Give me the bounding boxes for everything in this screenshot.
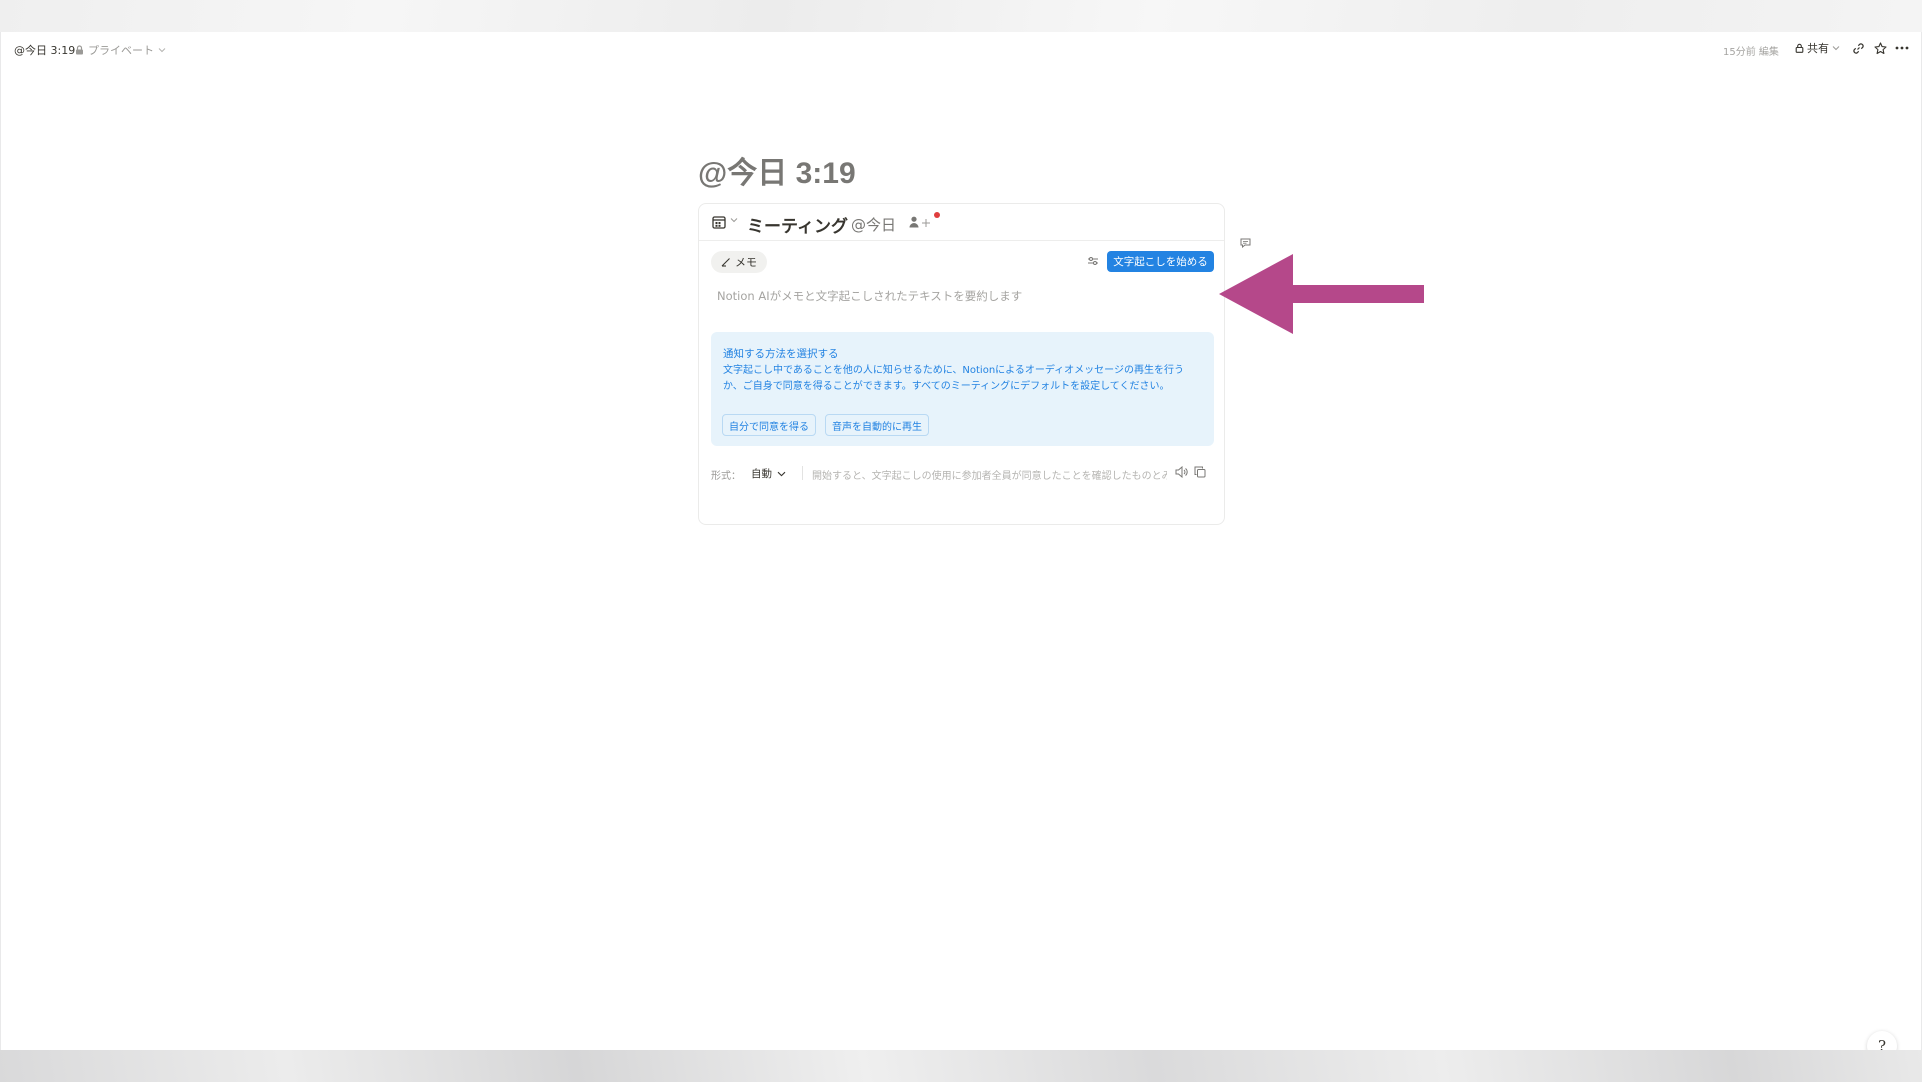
format-select[interactable]: 自動 xyxy=(751,466,786,481)
calendar-icon[interactable] xyxy=(712,215,726,229)
link-icon[interactable] xyxy=(1850,40,1866,56)
notion-window: @今日 3:19 プライベート 15分前 編集 共有 @今日 3:19 ミーティ… xyxy=(1,32,1921,1050)
help-button[interactable]: ? xyxy=(1867,1031,1897,1050)
start-transcription-button[interactable]: 文字起こしを始める xyxy=(1107,251,1214,272)
desktop-background-bottom xyxy=(0,1050,1922,1082)
auto-play-audio-button[interactable]: 音声を自動的に再生 xyxy=(825,414,929,436)
top-bar: @今日 3:19 プライベート 15分前 編集 共有 xyxy=(1,32,1921,65)
copy-icon[interactable] xyxy=(1194,466,1206,478)
notify-body: 文字起こし中であることを他の人に知らせるために、Notionによるオーディオメッ… xyxy=(723,365,1184,392)
star-icon[interactable] xyxy=(1872,40,1888,56)
chevron-down-icon[interactable] xyxy=(730,217,738,223)
privacy-label: プライベート xyxy=(88,44,154,57)
privacy-dropdown[interactable]: プライベート xyxy=(75,42,166,58)
meeting-date-mention[interactable]: @今日 xyxy=(851,214,896,235)
divider xyxy=(802,466,803,480)
more-options-icon[interactable] xyxy=(1894,40,1910,56)
meeting-title[interactable]: ミーティング xyxy=(747,212,848,237)
notify-method-callout: 通知する方法を選択する 文字起こし中であることを他の人に知らせるために、Noti… xyxy=(711,332,1214,446)
consent-note: 開始すると、文字起こしの使用に参加者全員が同意したことを確認したものとみなされま… xyxy=(812,471,1167,482)
share-button[interactable]: 共有 xyxy=(1789,39,1846,57)
share-label: 共有 xyxy=(1807,42,1829,55)
desktop-background-top xyxy=(0,0,1922,32)
last-edited-label: 15分前 編集 xyxy=(1723,47,1779,58)
add-attendee-icon[interactable] xyxy=(909,216,931,228)
breadcrumb-page-title[interactable]: @今日 3:19 xyxy=(14,42,75,58)
meeting-block: ミーティング @今日 メモ 文字起こしを始める Notion AIがメモと文字起… xyxy=(698,203,1225,525)
chevron-down-icon xyxy=(1832,46,1840,51)
pencil-icon xyxy=(721,258,730,267)
format-label: 形式： xyxy=(711,471,741,482)
lock-icon xyxy=(76,45,83,55)
comment-icon[interactable] xyxy=(1240,238,1251,248)
memo-tab[interactable]: メモ xyxy=(711,251,767,273)
chevron-down-icon xyxy=(777,471,786,476)
sliders-icon[interactable] xyxy=(1087,255,1099,267)
annotation-arrow-icon xyxy=(1219,254,1424,334)
page-title[interactable]: @今日 3:19 xyxy=(698,148,856,192)
notification-dot xyxy=(934,212,940,218)
meeting-header: ミーティング @今日 xyxy=(699,204,1224,241)
lock-icon xyxy=(1795,43,1804,53)
chevron-down-icon xyxy=(158,48,166,53)
speaker-icon[interactable] xyxy=(1175,466,1189,478)
notify-title: 通知する方法を選択する xyxy=(723,348,839,360)
summary-placeholder[interactable]: Notion AIがメモと文字起こしされたテキストを要約します xyxy=(717,288,1022,304)
memo-tab-label: メモ xyxy=(735,256,757,269)
self-consent-button[interactable]: 自分で同意を得る xyxy=(722,414,816,436)
format-value: 自動 xyxy=(751,468,772,480)
